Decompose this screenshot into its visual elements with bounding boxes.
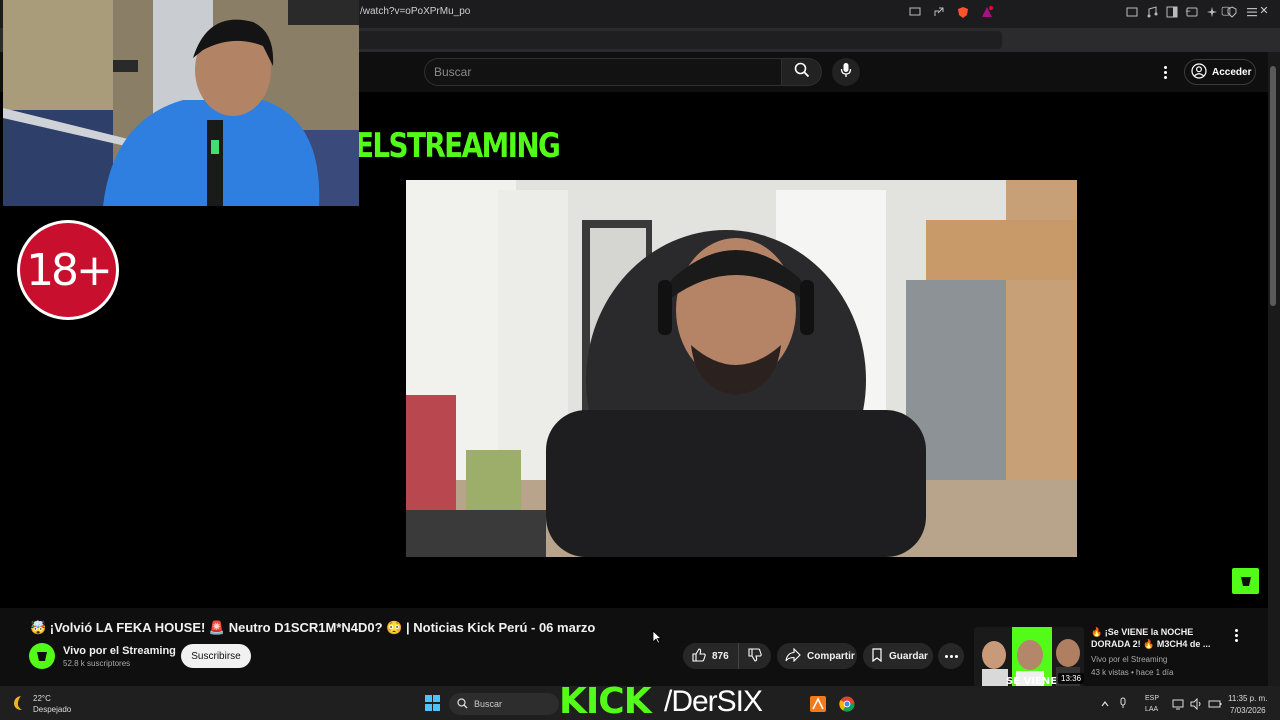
mouse-cursor-icon	[652, 630, 663, 644]
weather-description: Despejado	[33, 705, 72, 714]
kick-icon	[1240, 577, 1251, 586]
start-button[interactable]	[425, 695, 441, 711]
sidebar-icon[interactable]	[1165, 5, 1179, 19]
taskbar-search[interactable]: Buscar	[449, 693, 559, 715]
weather-moon-icon[interactable]	[10, 694, 28, 712]
microphone-icon[interactable]	[1118, 696, 1128, 714]
share-icon[interactable]	[932, 5, 946, 19]
weather-temperature: 22°C	[33, 694, 51, 703]
search-icon	[794, 62, 810, 83]
share-label: Compartir	[807, 650, 855, 662]
guest-camera-image	[406, 180, 1077, 557]
screen: – ▢ ✕ /watch?v=oPoXPrMu_po Buscar Accede…	[0, 0, 1280, 720]
search-input[interactable]	[434, 64, 764, 80]
app-chrome-icon[interactable]	[839, 696, 855, 712]
thumbs-up-icon	[692, 647, 706, 665]
streamer-webcam-image	[3, 0, 359, 206]
vpn-shield-icon[interactable]	[1225, 5, 1239, 19]
voice-search-button[interactable]	[832, 58, 860, 86]
page-scrollbar[interactable]	[1268, 52, 1280, 686]
search-button[interactable]	[782, 58, 822, 86]
menu-icon[interactable]	[1245, 5, 1259, 19]
like-dislike-group: 876	[683, 643, 771, 669]
url-text[interactable]: /watch?v=oPoXPrMu_po	[360, 6, 470, 17]
save-label: Guardar	[889, 650, 928, 662]
subscribe-button[interactable]: Suscribirse	[181, 644, 251, 668]
url-actions	[908, 5, 994, 19]
extension-icons	[1125, 5, 1259, 19]
leo-ai-icon[interactable]	[1205, 5, 1219, 19]
age-restriction-badge: 18+	[17, 220, 119, 320]
dislike-button[interactable]	[739, 643, 771, 669]
streamer-webcam	[3, 0, 359, 206]
chevron-up-icon[interactable]	[1100, 696, 1110, 714]
recommended-video-title[interactable]: 🔥 ¡Se VIENE la NOCHE DORADA 2! 🔥 M3CH4 d…	[1091, 626, 1221, 650]
account-icon	[1191, 62, 1207, 82]
cast-icon[interactable]	[908, 5, 922, 19]
streamer-handle-overlay: /DerSIX	[664, 685, 763, 718]
kick-corner-logo	[1232, 568, 1259, 594]
kick-icon	[37, 652, 47, 661]
more-actions-button[interactable]	[938, 643, 964, 669]
save-button[interactable]: Guardar	[863, 643, 933, 669]
app-avast-icon[interactable]	[810, 696, 826, 712]
taskbar-search-label: Buscar	[474, 699, 503, 709]
video-title: 🤯 ¡Volvió LA FEKA HOUSE! 🚨 Neutro D1SCR1…	[30, 620, 596, 635]
stream-brand-text: ELSTREAMING	[355, 126, 561, 166]
video-duration: 13:36	[1058, 673, 1085, 684]
tray-status-icons	[1172, 697, 1222, 715]
music-icon[interactable]	[1145, 5, 1159, 19]
url-field[interactable]	[352, 31, 1002, 49]
channel-avatar[interactable]	[29, 643, 55, 669]
channel-name[interactable]: Vivo por el Streaming	[63, 645, 176, 657]
signin-label: Acceder	[1212, 66, 1252, 78]
clock-date[interactable]: 7/03/2026	[1230, 706, 1266, 715]
wallet-icon[interactable]	[1185, 5, 1199, 19]
recommended-video-meta: 43 k vistas • hace 1 día	[1091, 668, 1174, 677]
share-arrow-icon	[785, 647, 801, 665]
brave-shield-icon[interactable]	[956, 5, 970, 19]
signin-button[interactable]: Acceder	[1184, 59, 1256, 85]
like-count: 876	[712, 650, 729, 662]
recommended-channel-name[interactable]: Vivo por el Streaming	[1091, 655, 1167, 664]
scrollbar-thumb[interactable]	[1270, 66, 1276, 306]
brave-rewards-icon[interactable]	[980, 5, 994, 19]
microphone-icon	[840, 62, 852, 83]
like-button[interactable]: 876	[683, 643, 739, 669]
share-button[interactable]: Compartir	[777, 643, 857, 669]
subscriber-count: 52.8 k suscriptores	[63, 659, 131, 668]
keyboard-layout-indicator[interactable]: LAA	[1145, 706, 1158, 713]
reader-icon[interactable]	[1125, 5, 1139, 19]
clock-time[interactable]: 11:35 p. m.	[1228, 694, 1267, 703]
taskbar-search-icon	[457, 697, 468, 711]
network-icon[interactable]	[1172, 697, 1184, 715]
language-indicator[interactable]: ESP	[1145, 695, 1159, 702]
guest-camera-feed	[406, 180, 1077, 557]
settings-menu-icon[interactable]	[1158, 62, 1172, 82]
volume-icon[interactable]	[1190, 697, 1202, 715]
battery-icon[interactable]	[1208, 697, 1222, 715]
recommendation-menu-icon[interactable]	[1230, 628, 1242, 642]
kick-overlay-logo: KICK	[559, 681, 652, 720]
thumbs-down-icon	[748, 647, 762, 665]
system-tray	[1100, 696, 1128, 714]
bookmark-icon	[871, 647, 883, 665]
